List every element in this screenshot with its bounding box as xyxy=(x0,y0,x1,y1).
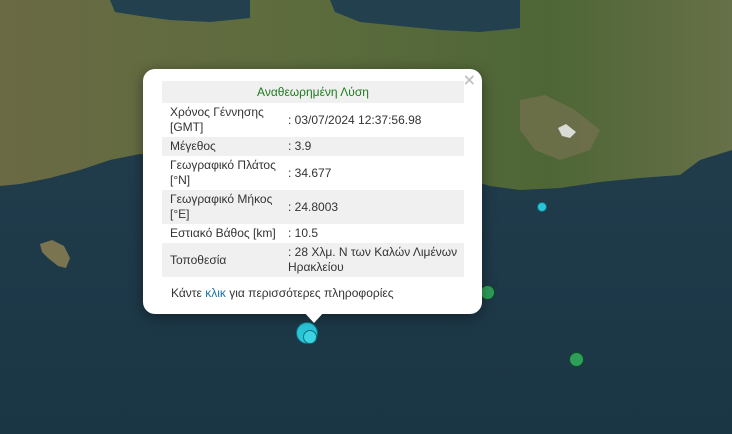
earthquake-marker-green[interactable] xyxy=(480,285,495,300)
table-header-row: Αναθεωρημένη Λύση xyxy=(162,81,464,103)
close-icon[interactable]: × xyxy=(463,71,476,89)
row-label: Μέγεθος xyxy=(162,137,286,156)
earthquake-marker-cyan-small[interactable] xyxy=(537,202,547,212)
row-value: : 3.9 xyxy=(286,137,464,156)
table-row: Χρόνος Γέννησης [GMT] : 03/07/2024 12:37… xyxy=(162,103,464,137)
earthquake-info-popup: × Αναθεωρημένη Λύση Χρόνος Γέννησης [GMT… xyxy=(143,69,482,314)
row-label: Χρόνος Γέννησης [GMT] xyxy=(170,105,264,134)
table-row: Μέγεθος : 3.9 xyxy=(162,137,464,156)
popup-tip xyxy=(303,311,325,323)
row-value: : 34.677 xyxy=(288,165,332,180)
info-table: Αναθεωρημένη Λύση Χρόνος Γέννησης [GMT] … xyxy=(162,81,464,277)
earthquake-marker-cyan[interactable] xyxy=(303,330,317,344)
table-row: Γεωγραφικό Μήκος [°E] : 24.8003 xyxy=(162,190,464,224)
more-info-link[interactable]: κλικ xyxy=(205,286,226,300)
earthquake-marker-green[interactable] xyxy=(569,352,584,367)
table-row: Εστιακό Βάθος [km] : 10.5 xyxy=(162,224,464,243)
row-label: Τοποθεσία xyxy=(162,243,286,277)
table-row: Γεωγραφικό Πλάτος [°N] : 34.677 xyxy=(162,156,464,190)
row-value: : 03/07/2024 12:37:56.98 xyxy=(288,112,422,127)
row-label: Εστιακό Βάθος [km] xyxy=(170,226,276,240)
row-value: : 10.5 xyxy=(288,226,319,240)
popup-title: Αναθεωρημένη Λύση xyxy=(162,81,464,103)
table-row: Τοποθεσία : 28 Χλμ. Ν των Καλών Λιμένων … xyxy=(162,243,464,277)
row-label: Γεωγραφικό Μήκος [°E] xyxy=(162,190,286,224)
row-value: : 28 Χλμ. Ν των Καλών Λιμένων Ηρακλείου xyxy=(286,243,464,277)
footer-text-after: για περισσότερες πληροφορίες xyxy=(225,286,394,300)
row-value: : 24.8003 xyxy=(286,190,464,224)
footer-text-before: Κάντε xyxy=(171,286,206,300)
more-info-text: Κάντε κλικ για περισσότερες πληροφορίες xyxy=(171,286,394,300)
row-label: Γεωγραφικό Πλάτος [°N] xyxy=(170,158,276,187)
